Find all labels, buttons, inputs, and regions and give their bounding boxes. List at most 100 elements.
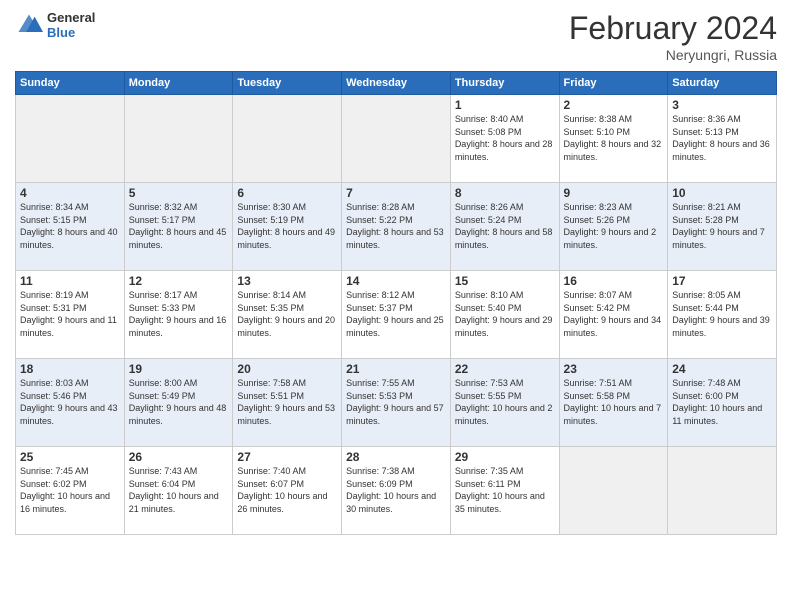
day-number: 23: [564, 362, 664, 376]
calendar-table: SundayMondayTuesdayWednesdayThursdayFrid…: [15, 71, 777, 535]
calendar-cell: 2Sunrise: 8:38 AM Sunset: 5:10 PM Daylig…: [559, 95, 668, 183]
day-info: Sunrise: 7:55 AM Sunset: 5:53 PM Dayligh…: [346, 377, 446, 427]
header-wednesday: Wednesday: [342, 72, 451, 95]
day-info: Sunrise: 7:38 AM Sunset: 6:09 PM Dayligh…: [346, 465, 446, 515]
day-info: Sunrise: 8:21 AM Sunset: 5:28 PM Dayligh…: [672, 201, 772, 251]
day-number: 13: [237, 274, 337, 288]
location: Neryungri, Russia: [569, 47, 777, 63]
calendar-cell: 4Sunrise: 8:34 AM Sunset: 5:15 PM Daylig…: [16, 183, 125, 271]
day-info: Sunrise: 7:43 AM Sunset: 6:04 PM Dayligh…: [129, 465, 229, 515]
day-info: Sunrise: 7:40 AM Sunset: 6:07 PM Dayligh…: [237, 465, 337, 515]
calendar-cell: 15Sunrise: 8:10 AM Sunset: 5:40 PM Dayli…: [450, 271, 559, 359]
day-info: Sunrise: 7:48 AM Sunset: 6:00 PM Dayligh…: [672, 377, 772, 427]
day-info: Sunrise: 8:03 AM Sunset: 5:46 PM Dayligh…: [20, 377, 120, 427]
title-block: February 2024 Neryungri, Russia: [569, 10, 777, 63]
calendar-cell: [668, 447, 777, 535]
day-number: 18: [20, 362, 120, 376]
calendar-cell: 29Sunrise: 7:35 AM Sunset: 6:11 PM Dayli…: [450, 447, 559, 535]
header-monday: Monday: [124, 72, 233, 95]
calendar-cell: 12Sunrise: 8:17 AM Sunset: 5:33 PM Dayli…: [124, 271, 233, 359]
day-number: 15: [455, 274, 555, 288]
calendar-cell: 10Sunrise: 8:21 AM Sunset: 5:28 PM Dayli…: [668, 183, 777, 271]
logo-text: General Blue: [47, 10, 95, 40]
day-info: Sunrise: 8:12 AM Sunset: 5:37 PM Dayligh…: [346, 289, 446, 339]
calendar-cell: 20Sunrise: 7:58 AM Sunset: 5:51 PM Dayli…: [233, 359, 342, 447]
day-info: Sunrise: 7:53 AM Sunset: 5:55 PM Dayligh…: [455, 377, 555, 427]
logo: General Blue: [15, 10, 95, 40]
day-number: 16: [564, 274, 664, 288]
day-info: Sunrise: 8:30 AM Sunset: 5:19 PM Dayligh…: [237, 201, 337, 251]
day-info: Sunrise: 8:14 AM Sunset: 5:35 PM Dayligh…: [237, 289, 337, 339]
day-info: Sunrise: 8:05 AM Sunset: 5:44 PM Dayligh…: [672, 289, 772, 339]
day-info: Sunrise: 8:40 AM Sunset: 5:08 PM Dayligh…: [455, 113, 555, 163]
day-info: Sunrise: 8:38 AM Sunset: 5:10 PM Dayligh…: [564, 113, 664, 163]
day-number: 29: [455, 450, 555, 464]
day-number: 26: [129, 450, 229, 464]
header-thursday: Thursday: [450, 72, 559, 95]
day-number: 25: [20, 450, 120, 464]
calendar-cell: [124, 95, 233, 183]
day-number: 9: [564, 186, 664, 200]
day-info: Sunrise: 8:34 AM Sunset: 5:15 PM Dayligh…: [20, 201, 120, 251]
week-row-2: 11Sunrise: 8:19 AM Sunset: 5:31 PM Dayli…: [16, 271, 777, 359]
calendar-cell: [16, 95, 125, 183]
day-info: Sunrise: 7:51 AM Sunset: 5:58 PM Dayligh…: [564, 377, 664, 427]
day-info: Sunrise: 8:19 AM Sunset: 5:31 PM Dayligh…: [20, 289, 120, 339]
day-number: 14: [346, 274, 446, 288]
calendar-cell: [342, 95, 451, 183]
day-number: 3: [672, 98, 772, 112]
calendar-cell: 5Sunrise: 8:32 AM Sunset: 5:17 PM Daylig…: [124, 183, 233, 271]
day-info: Sunrise: 8:32 AM Sunset: 5:17 PM Dayligh…: [129, 201, 229, 251]
day-info: Sunrise: 8:00 AM Sunset: 5:49 PM Dayligh…: [129, 377, 229, 427]
calendar-cell: 18Sunrise: 8:03 AM Sunset: 5:46 PM Dayli…: [16, 359, 125, 447]
logo-general: General: [47, 10, 95, 25]
logo-blue: Blue: [47, 25, 95, 40]
calendar-cell: 24Sunrise: 7:48 AM Sunset: 6:00 PM Dayli…: [668, 359, 777, 447]
logo-icon: [15, 11, 43, 39]
day-info: Sunrise: 7:58 AM Sunset: 5:51 PM Dayligh…: [237, 377, 337, 427]
day-number: 10: [672, 186, 772, 200]
day-info: Sunrise: 8:10 AM Sunset: 5:40 PM Dayligh…: [455, 289, 555, 339]
calendar-cell: 26Sunrise: 7:43 AM Sunset: 6:04 PM Dayli…: [124, 447, 233, 535]
day-number: 11: [20, 274, 120, 288]
calendar-cell: 6Sunrise: 8:30 AM Sunset: 5:19 PM Daylig…: [233, 183, 342, 271]
day-number: 27: [237, 450, 337, 464]
calendar-cell: 23Sunrise: 7:51 AM Sunset: 5:58 PM Dayli…: [559, 359, 668, 447]
day-number: 20: [237, 362, 337, 376]
calendar-cell: 21Sunrise: 7:55 AM Sunset: 5:53 PM Dayli…: [342, 359, 451, 447]
calendar-cell: 11Sunrise: 8:19 AM Sunset: 5:31 PM Dayli…: [16, 271, 125, 359]
day-info: Sunrise: 7:45 AM Sunset: 6:02 PM Dayligh…: [20, 465, 120, 515]
week-row-4: 25Sunrise: 7:45 AM Sunset: 6:02 PM Dayli…: [16, 447, 777, 535]
day-number: 2: [564, 98, 664, 112]
week-row-0: 1Sunrise: 8:40 AM Sunset: 5:08 PM Daylig…: [16, 95, 777, 183]
day-info: Sunrise: 8:26 AM Sunset: 5:24 PM Dayligh…: [455, 201, 555, 251]
day-number: 8: [455, 186, 555, 200]
calendar-cell: 1Sunrise: 8:40 AM Sunset: 5:08 PM Daylig…: [450, 95, 559, 183]
calendar-cell: 27Sunrise: 7:40 AM Sunset: 6:07 PM Dayli…: [233, 447, 342, 535]
day-number: 24: [672, 362, 772, 376]
day-info: Sunrise: 8:36 AM Sunset: 5:13 PM Dayligh…: [672, 113, 772, 163]
header-row: SundayMondayTuesdayWednesdayThursdayFrid…: [16, 72, 777, 95]
day-number: 4: [20, 186, 120, 200]
week-row-3: 18Sunrise: 8:03 AM Sunset: 5:46 PM Dayli…: [16, 359, 777, 447]
header-sunday: Sunday: [16, 72, 125, 95]
calendar-cell: 3Sunrise: 8:36 AM Sunset: 5:13 PM Daylig…: [668, 95, 777, 183]
calendar-cell: 16Sunrise: 8:07 AM Sunset: 5:42 PM Dayli…: [559, 271, 668, 359]
day-number: 6: [237, 186, 337, 200]
day-number: 19: [129, 362, 229, 376]
header-tuesday: Tuesday: [233, 72, 342, 95]
day-number: 22: [455, 362, 555, 376]
day-number: 17: [672, 274, 772, 288]
day-number: 5: [129, 186, 229, 200]
calendar-cell: [233, 95, 342, 183]
calendar-cell: [559, 447, 668, 535]
calendar-cell: 28Sunrise: 7:38 AM Sunset: 6:09 PM Dayli…: [342, 447, 451, 535]
day-number: 21: [346, 362, 446, 376]
header-friday: Friday: [559, 72, 668, 95]
day-info: Sunrise: 8:23 AM Sunset: 5:26 PM Dayligh…: [564, 201, 664, 251]
day-number: 28: [346, 450, 446, 464]
calendar-cell: 9Sunrise: 8:23 AM Sunset: 5:26 PM Daylig…: [559, 183, 668, 271]
day-info: Sunrise: 8:17 AM Sunset: 5:33 PM Dayligh…: [129, 289, 229, 339]
calendar-cell: 25Sunrise: 7:45 AM Sunset: 6:02 PM Dayli…: [16, 447, 125, 535]
page: General Blue February 2024 Neryungri, Ru…: [0, 0, 792, 612]
